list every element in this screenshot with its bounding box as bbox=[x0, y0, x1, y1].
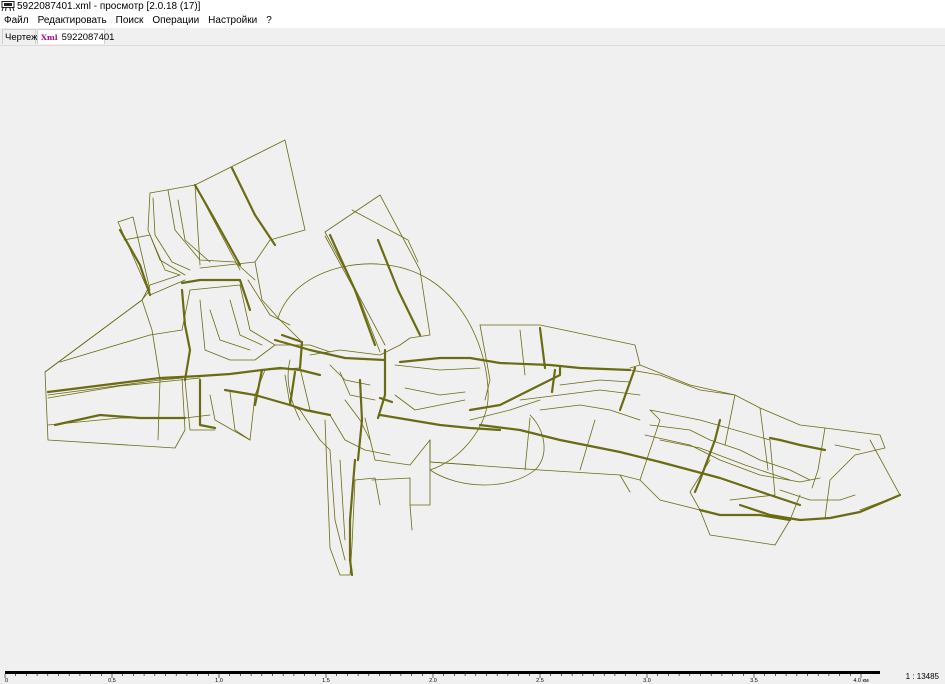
scale-tick-label: 2.0 bbox=[429, 678, 437, 684]
title-bar: 5922087401.xml - просмотр [2.0.18 (17)] bbox=[0, 0, 945, 13]
menu-bar: Файл Редактировать Поиск Операции Настро… bbox=[0, 13, 945, 28]
scale-bar: 0 0.5 1.0 1.5 2.0 2.5 3.0 3.5 4.0 км 1 : 13485 bbox=[0, 666, 945, 684]
scale-tick-label: 3.0 bbox=[643, 678, 651, 684]
scale-ruler: 0 0.5 1.0 1.5 2.0 2.5 3.0 3.5 4.0 км bbox=[4, 671, 880, 684]
scale-tick-label: 3.5 bbox=[750, 678, 758, 684]
cadastral-map[interactable] bbox=[0, 46, 945, 666]
tab-drawing[interactable]: Чертеж bbox=[2, 29, 38, 44]
menu-settings[interactable]: Настройки bbox=[204, 13, 262, 28]
scale-tick-label: 4.0 км bbox=[853, 678, 869, 684]
scale-tick-label: 1.5 bbox=[322, 678, 330, 684]
scale-tick-label: 0.5 bbox=[108, 678, 116, 684]
tab-bar: Чертеж Xml 5922087401 bbox=[0, 28, 945, 46]
scale-tick-label: 0 bbox=[5, 678, 8, 684]
tab-xml-label: 5922087401 bbox=[61, 31, 115, 43]
scale-ratio: 1 : 13485 bbox=[905, 672, 939, 681]
menu-edit[interactable]: Редактировать bbox=[34, 13, 112, 28]
map-thick-lines bbox=[46, 166, 902, 577]
menu-operations[interactable]: Операции bbox=[148, 13, 204, 28]
scale-bar-line bbox=[5, 671, 880, 674]
menu-file[interactable]: Файл bbox=[0, 13, 34, 28]
viewer-app-icon bbox=[1, 1, 15, 12]
tab-xml[interactable]: Xml 5922087401 bbox=[37, 29, 114, 44]
tab-drawing-label: Чертеж bbox=[5, 32, 38, 43]
menu-search[interactable]: Поиск bbox=[112, 13, 149, 28]
menu-help[interactable]: ? bbox=[262, 13, 277, 28]
scale-tick-label: 1.0 bbox=[215, 678, 223, 684]
xml-file-icon: Xml bbox=[41, 32, 58, 42]
scale-tick-label: 2.5 bbox=[536, 678, 544, 684]
drawing-canvas[interactable] bbox=[0, 46, 945, 666]
window-title: 5922087401.xml - просмотр [2.0.18 (17)] bbox=[17, 0, 201, 12]
